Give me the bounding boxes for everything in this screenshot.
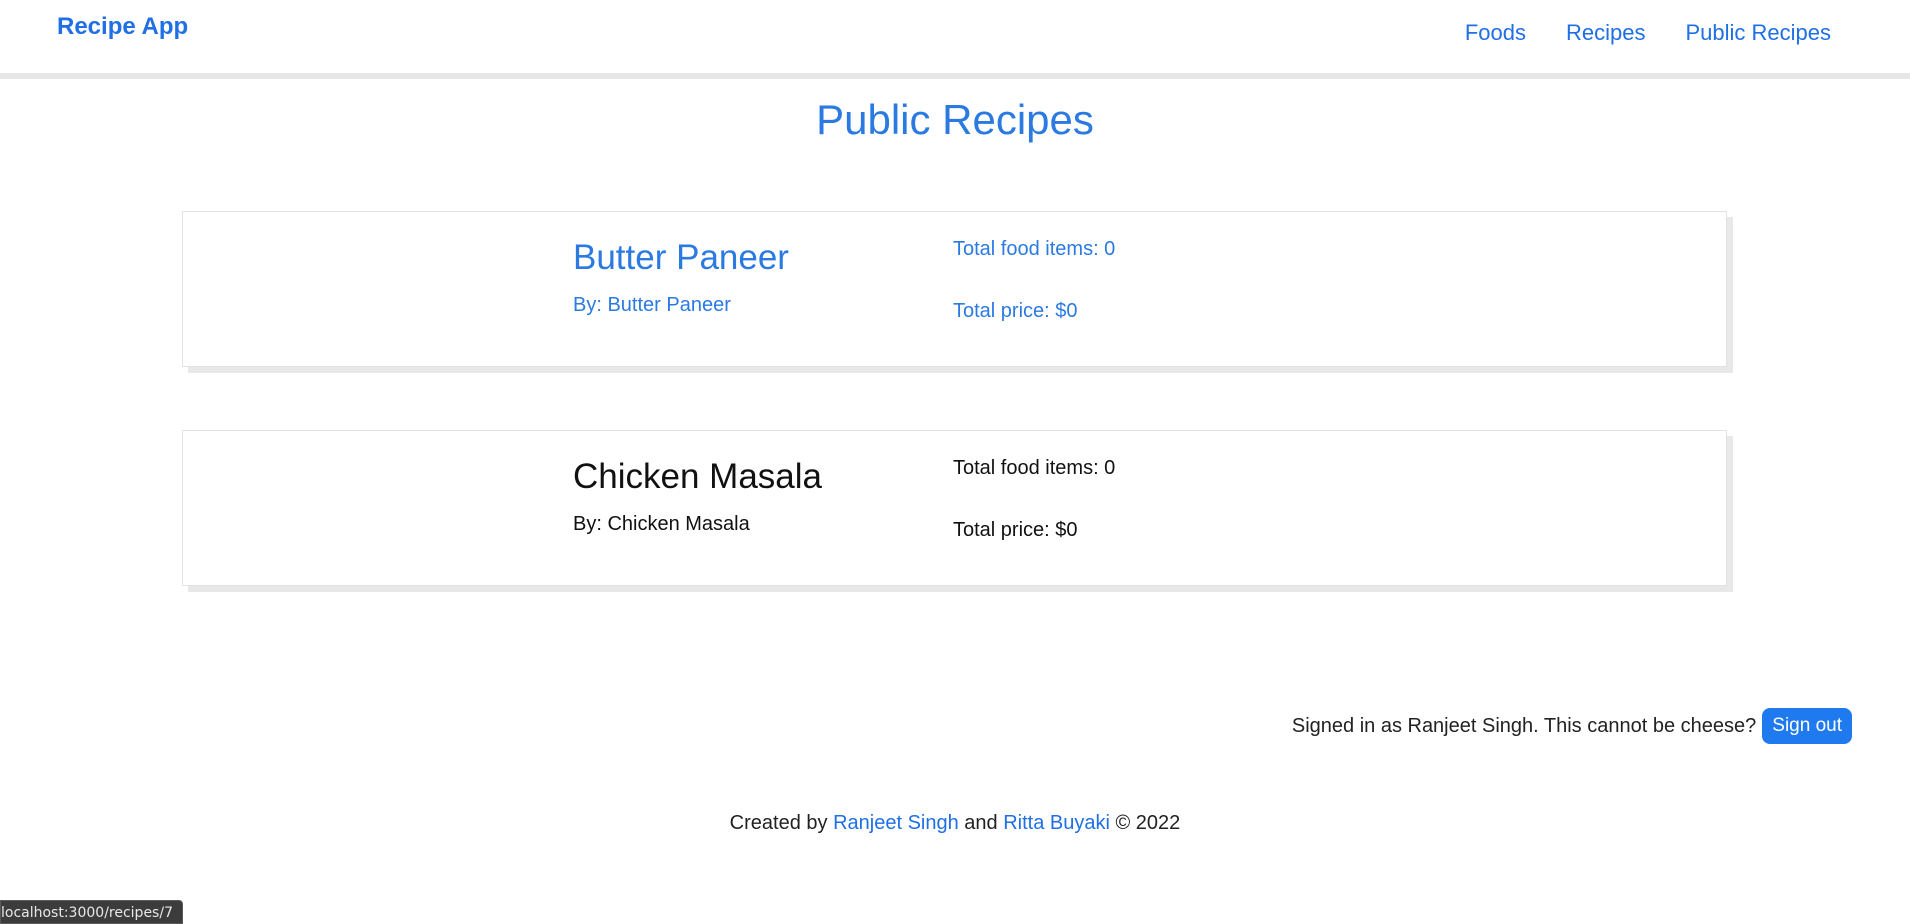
recipe-author: By: Butter Paneer — [573, 294, 731, 316]
page-title: Public Recipes — [816, 96, 1094, 143]
nav-link-recipes[interactable]: Recipes — [1566, 20, 1645, 46]
total-food-items: Total food items: 0 — [953, 457, 1116, 479]
browser-status-url: localhost:3000/recipes/7 — [0, 900, 183, 924]
session-bar: Signed in as Ranjeet Singh. This cannot … — [1292, 708, 1852, 744]
total-food-items: Total food items: 0 — [953, 238, 1116, 260]
footer-copyright: © 2022 — [1115, 812, 1181, 834]
footer: Created by Ranjeet Singh and Ritta Buyak… — [0, 812, 1910, 835]
recipe-author: By: Chicken Masala — [573, 513, 750, 535]
footer-created-by: Created by — [729, 812, 828, 834]
total-price: Total price: $0 — [953, 300, 1078, 322]
nav-links: Foods Recipes Public Recipes — [1465, 20, 1831, 46]
nav-link-public-recipes[interactable]: Public Recipes — [1685, 20, 1831, 46]
sign-out-button[interactable]: Sign out — [1762, 708, 1852, 744]
signed-in-text: Signed in as Ranjeet Singh. This cannot … — [1291, 714, 1757, 737]
recipe-name: Butter Paneer — [573, 238, 789, 277]
footer-author-link-ranjeet[interactable]: Ranjeet Singh — [833, 812, 959, 834]
footer-author-link-ritta[interactable]: Ritta Buyaki — [1003, 812, 1110, 834]
top-navbar: Recipe App Foods Recipes Public Recipes — [0, 0, 1910, 79]
brand-link[interactable]: Recipe App — [57, 13, 188, 41]
total-price: Total price: $0 — [953, 519, 1078, 541]
recipe-name: Chicken Masala — [573, 457, 822, 496]
footer-and: and — [964, 812, 998, 834]
recipe-card-butter-paneer[interactable]: Butter Paneer By: Butter Paneer Total fo… — [182, 211, 1727, 367]
nav-link-foods[interactable]: Foods — [1465, 20, 1526, 46]
recipe-card-chicken-masala[interactable]: Chicken Masala By: Chicken Masala Total … — [182, 430, 1727, 586]
